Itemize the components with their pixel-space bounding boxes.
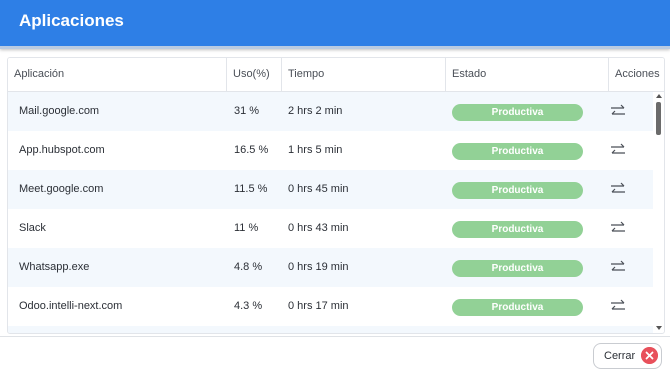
status-badge: Productiva [452, 260, 583, 277]
swap-arrows-icon[interactable] [609, 142, 627, 158]
scroll-up-arrow-icon[interactable] [656, 94, 662, 98]
scroll-down-arrow-icon[interactable] [656, 326, 662, 330]
scroll-thumb[interactable] [656, 102, 661, 135]
cell-usage: 11 % [234, 222, 259, 234]
table-row: Slack 11 % 0 hrs 43 min Productiva [8, 209, 653, 248]
cell-usage: 4.3 % [234, 300, 263, 312]
swap-arrows-icon[interactable] [609, 103, 627, 119]
status-badge: Productiva [452, 104, 583, 121]
status-badge: Productiva [452, 221, 583, 238]
cell-application: App.hubspot.com [19, 144, 105, 156]
footer-divider [0, 336, 670, 337]
cell-time: 0 hrs 45 min [288, 183, 349, 195]
swap-arrows-icon[interactable] [609, 298, 627, 314]
cell-application: Whatsapp.exe [19, 261, 90, 273]
table-scrollbar[interactable] [654, 92, 664, 333]
cell-time: 2 hrs 2 min [288, 105, 343, 117]
table-row: Mail.google.com 31 % 2 hrs 2 min Product… [8, 92, 653, 131]
table-row: Meet.google.com 11.5 % 0 hrs 45 min Prod… [8, 170, 653, 209]
cell-time: 0 hrs 19 min [288, 261, 349, 273]
cell-usage: 11.5 % [234, 183, 268, 195]
swap-arrows-icon[interactable] [609, 181, 627, 197]
table-row: Whatsapp.exe 4.8 % 0 hrs 19 min Producti… [8, 248, 653, 287]
status-badge: Productiva [452, 143, 583, 160]
cell-application: Odoo.intelli-next.com [19, 300, 123, 312]
close-button-label: Cerrar [604, 350, 636, 362]
column-header-status: Estado [446, 58, 609, 91]
status-badge: Productiva [452, 182, 583, 199]
column-header-usage: Uso(%) [227, 58, 282, 91]
dialog-title: Aplicaciones [19, 11, 124, 30]
dialog-header: Aplicaciones [0, 0, 670, 49]
cell-application: Slack [19, 222, 46, 234]
table-row: Odoo.intelli-next.com 4.3 % 0 hrs 17 min… [8, 287, 653, 326]
column-header-time: Tiempo [282, 58, 446, 91]
cell-usage: 31 % [234, 105, 260, 117]
close-icon [641, 347, 658, 364]
table-row-partial [8, 326, 653, 333]
table-row: App.hubspot.com 16.5 % 1 hrs 5 min Produ… [8, 131, 653, 170]
applications-table: Aplicación Uso(%) Tiempo Estado Acciones… [7, 57, 665, 334]
cell-application: Mail.google.com [19, 105, 100, 117]
close-button[interactable]: Cerrar [593, 343, 662, 369]
swap-arrows-icon[interactable] [609, 259, 627, 275]
cell-usage: 4.8 % [234, 261, 263, 273]
cell-time: 1 hrs 5 min [288, 144, 343, 156]
cell-time: 0 hrs 17 min [288, 300, 349, 312]
cell-application: Meet.google.com [19, 183, 104, 195]
swap-arrows-icon[interactable] [609, 220, 627, 236]
cell-time: 0 hrs 43 min [288, 222, 349, 234]
table-header: Aplicación Uso(%) Tiempo Estado Acciones [8, 58, 664, 92]
column-header-actions: Acciones [615, 68, 660, 80]
status-badge: Productiva [452, 299, 583, 316]
column-header-application: Aplicación [8, 58, 227, 91]
applications-dialog: Aplicaciones Aplicación Uso(%) Tiempo Es… [0, 0, 670, 377]
table-body[interactable]: Mail.google.com 31 % 2 hrs 2 min Product… [8, 92, 653, 333]
cell-usage: 16.5 % [234, 144, 269, 156]
